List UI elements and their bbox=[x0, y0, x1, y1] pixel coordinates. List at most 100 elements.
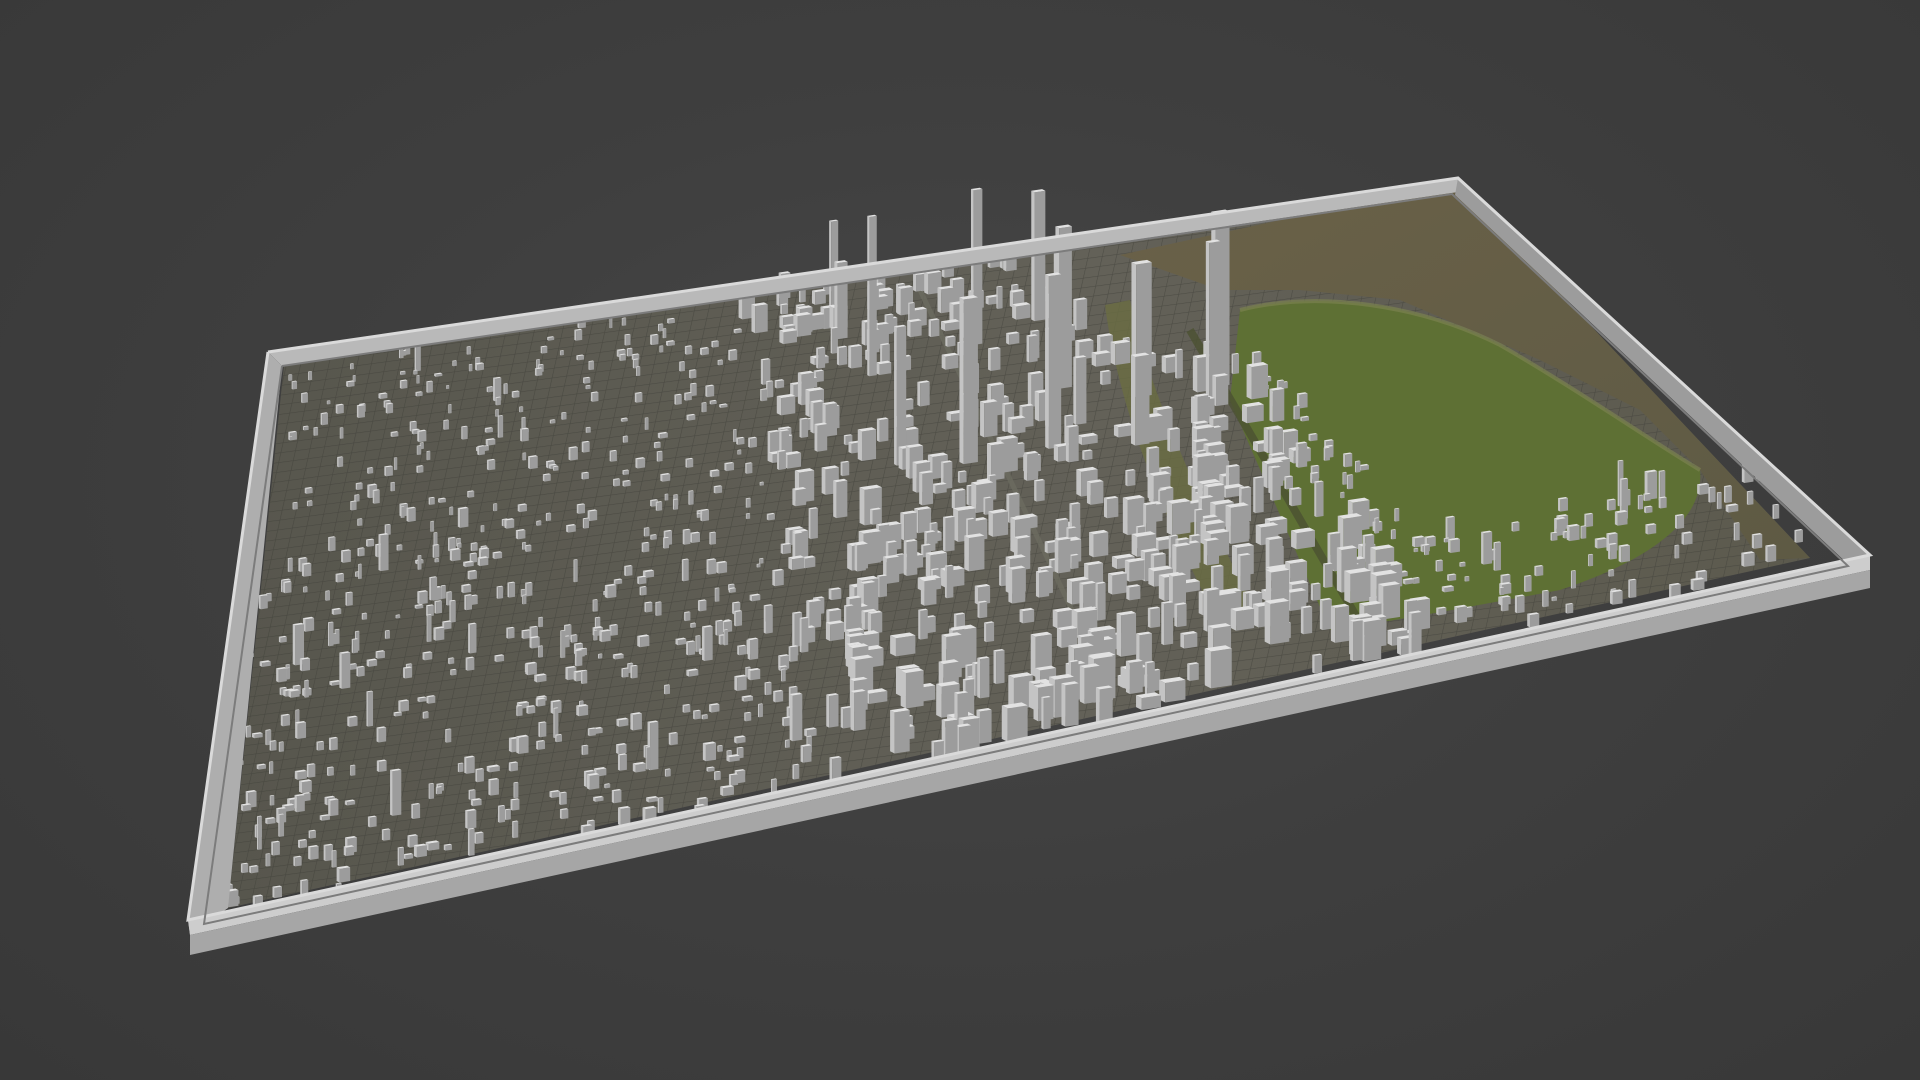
building-side bbox=[522, 452, 524, 461]
building-face bbox=[333, 633, 337, 645]
building-face bbox=[1216, 375, 1229, 407]
building-side bbox=[928, 319, 932, 338]
building-face bbox=[1313, 583, 1321, 601]
building-face bbox=[1500, 587, 1505, 596]
building-face bbox=[583, 441, 590, 453]
building-side bbox=[611, 790, 615, 804]
building-face bbox=[896, 326, 907, 466]
building-side bbox=[1658, 470, 1661, 501]
building-face bbox=[1012, 567, 1026, 604]
building-side bbox=[664, 769, 667, 777]
building-side bbox=[279, 687, 282, 696]
building-face bbox=[1322, 599, 1332, 631]
building-side bbox=[1110, 341, 1116, 366]
building-face bbox=[367, 539, 375, 547]
building-face bbox=[494, 503, 498, 512]
building-side bbox=[1588, 554, 1590, 567]
building-side bbox=[644, 602, 647, 613]
building-face bbox=[782, 304, 789, 315]
building-face bbox=[528, 663, 537, 676]
building-side bbox=[829, 305, 834, 330]
building-side bbox=[583, 771, 587, 788]
building-side bbox=[1161, 355, 1166, 374]
building-side bbox=[848, 345, 852, 369]
building-face bbox=[449, 658, 455, 665]
building-face bbox=[787, 452, 802, 469]
building-side bbox=[728, 774, 732, 786]
building-face bbox=[469, 570, 477, 580]
building-face bbox=[304, 586, 308, 593]
building-face bbox=[686, 346, 693, 355]
building-face bbox=[399, 847, 404, 866]
building-side bbox=[1542, 590, 1544, 608]
building-side bbox=[848, 442, 852, 454]
building-side bbox=[516, 736, 520, 755]
building-side bbox=[1061, 683, 1066, 727]
building-face bbox=[1647, 524, 1657, 535]
building-face bbox=[641, 586, 647, 596]
building-side bbox=[1644, 506, 1647, 514]
building-face bbox=[670, 732, 678, 746]
building-face bbox=[270, 795, 275, 806]
building-face bbox=[1121, 613, 1137, 657]
building-side bbox=[536, 359, 538, 369]
building-side bbox=[599, 630, 602, 643]
building-side bbox=[570, 634, 573, 643]
building-face bbox=[367, 691, 374, 727]
building-side bbox=[525, 663, 529, 676]
building-face bbox=[765, 605, 773, 634]
building-side bbox=[1300, 606, 1304, 635]
building-side bbox=[709, 532, 711, 545]
building-side bbox=[468, 364, 470, 372]
building-face bbox=[273, 841, 280, 856]
building-side bbox=[1412, 536, 1416, 548]
building-side bbox=[1175, 349, 1177, 379]
building-side bbox=[588, 361, 590, 371]
building-side bbox=[1609, 590, 1613, 605]
building-side bbox=[777, 450, 780, 470]
building-side bbox=[1580, 526, 1582, 539]
building-side bbox=[944, 565, 947, 599]
building-face bbox=[542, 346, 548, 354]
building-face bbox=[435, 627, 445, 641]
building-side bbox=[912, 461, 917, 493]
building-side bbox=[1131, 534, 1138, 557]
3d-viewport[interactable] bbox=[0, 0, 1920, 1080]
building-face bbox=[624, 480, 631, 487]
building-side bbox=[1354, 461, 1357, 473]
building-face bbox=[349, 716, 358, 727]
building-face bbox=[1589, 554, 1594, 567]
building-face bbox=[270, 761, 274, 775]
building-side bbox=[745, 498, 747, 508]
building-side bbox=[690, 623, 692, 628]
building-face bbox=[1709, 487, 1716, 503]
building-side bbox=[957, 471, 960, 484]
building-side bbox=[1148, 568, 1155, 587]
building-face bbox=[1097, 582, 1106, 621]
building-face bbox=[620, 354, 626, 361]
building-side bbox=[800, 745, 804, 763]
building-face bbox=[589, 510, 598, 522]
building-side bbox=[867, 612, 872, 634]
building-side bbox=[686, 641, 689, 656]
building-side bbox=[1289, 488, 1292, 507]
building-face bbox=[1457, 606, 1468, 624]
building-side bbox=[943, 516, 946, 552]
building-face bbox=[584, 518, 590, 529]
building-side bbox=[507, 582, 510, 598]
building-side bbox=[1203, 539, 1208, 566]
building-face bbox=[905, 670, 924, 709]
building-face bbox=[341, 652, 351, 689]
building-face bbox=[1495, 542, 1501, 571]
building-side bbox=[999, 565, 1002, 587]
building-face bbox=[434, 544, 440, 559]
building-side bbox=[895, 666, 902, 697]
building-side bbox=[650, 534, 652, 540]
building-side bbox=[536, 741, 539, 750]
building-side bbox=[535, 698, 538, 707]
building-face bbox=[510, 762, 518, 772]
building-face bbox=[660, 345, 664, 353]
building-side bbox=[582, 518, 585, 529]
building-side bbox=[745, 513, 747, 520]
building-face bbox=[1543, 590, 1549, 608]
